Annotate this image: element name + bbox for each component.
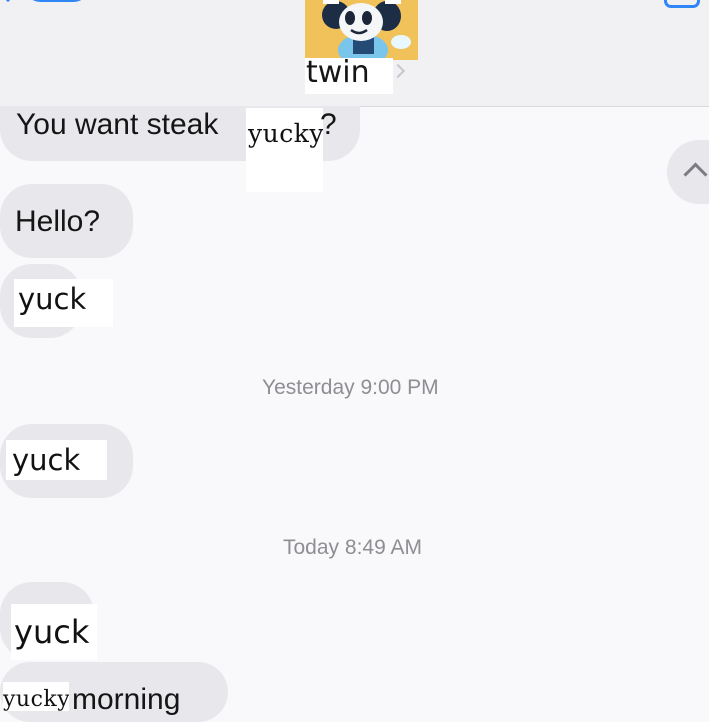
contact-avatar[interactable] — [305, 0, 418, 60]
avatar-image — [305, 0, 418, 60]
timestamp-day: Today — [283, 536, 340, 559]
back-button[interactable] — [0, 0, 90, 12]
message-text: ? — [320, 108, 337, 141]
message-overlay-text: yuck — [11, 604, 97, 660]
timestamp-day: Yesterday — [262, 376, 355, 399]
message-overlay-text: yucky — [246, 108, 323, 192]
chevron-left-icon — [0, 0, 23, 3]
message-overlay-text: yucky — [3, 682, 69, 711]
conversation-header: twin — [0, 0, 709, 107]
timestamp-today: Today 8:49 AM — [283, 536, 422, 560]
video-camera-icon[interactable] — [664, 0, 700, 8]
contact-name[interactable]: twin — [306, 54, 370, 92]
message-text: Hello? — [15, 205, 101, 238]
unread-count-badge — [26, 0, 88, 2]
chevron-right-icon — [390, 63, 406, 79]
timestamp-time: 9:00 PM — [360, 376, 439, 399]
timestamp-yesterday: Yesterday 9:00 PM — [262, 376, 439, 400]
message-text: You want steak — [16, 108, 219, 141]
message-overlay-text: yuck — [6, 440, 107, 480]
message-text: morning — [72, 683, 181, 716]
timestamp-time: 8:49 AM — [344, 536, 422, 559]
message-overlay-text: yuck — [14, 279, 113, 327]
